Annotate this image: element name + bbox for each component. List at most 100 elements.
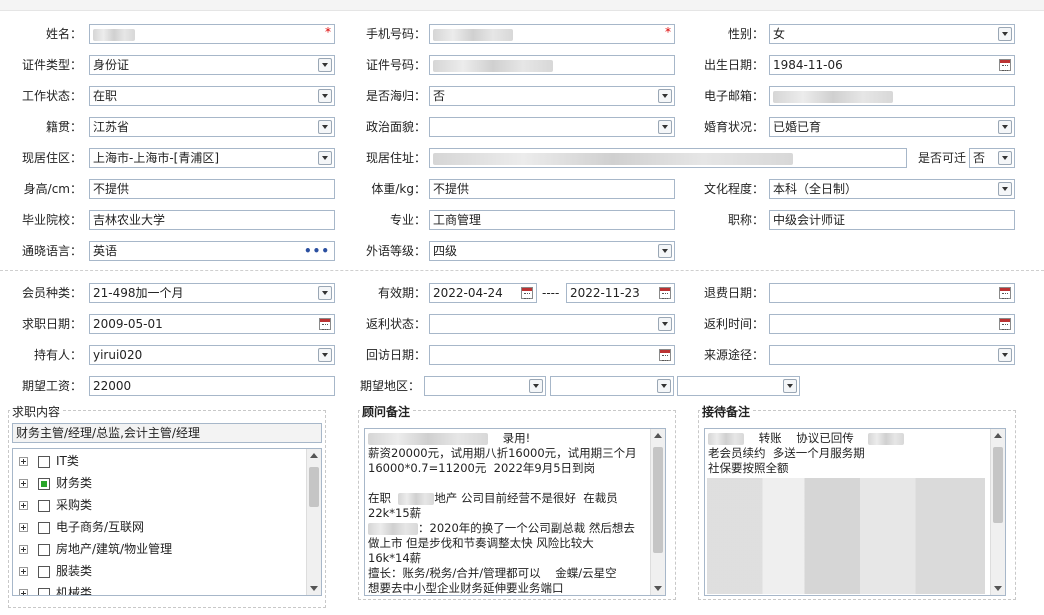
marital-select[interactable]: 已婚已育 xyxy=(769,117,1015,137)
rebate-time-input[interactable] xyxy=(769,314,1015,334)
expand-plus-icon[interactable] xyxy=(19,501,28,510)
edu-select[interactable]: 本科（全日制） xyxy=(769,179,1015,199)
chevron-down-icon[interactable] xyxy=(658,244,672,258)
scroll-thumb[interactable] xyxy=(993,447,1003,523)
idtype-select[interactable]: 身份证 xyxy=(89,55,335,75)
calendar-icon[interactable] xyxy=(521,287,533,299)
height-input[interactable]: 不提供 xyxy=(89,179,335,199)
job-category-tree[interactable]: IT类 财务类采购类电子商务/互联网 房地产/建筑/物业管理 服装类机械类 xyxy=(12,448,322,596)
work-select[interactable]: 在职 xyxy=(89,86,335,106)
tree-item[interactable]: 服装类 xyxy=(19,561,92,581)
calendar-icon[interactable] xyxy=(659,287,671,299)
tree-item[interactable]: 房地产/建筑/物业管理 xyxy=(19,539,172,559)
scroll-up-icon[interactable] xyxy=(310,453,318,458)
address-input[interactable] xyxy=(429,148,907,168)
calendar-icon[interactable] xyxy=(319,318,331,330)
chevron-down-icon[interactable] xyxy=(998,27,1012,41)
lang-input[interactable]: 英语 ••• xyxy=(89,241,335,261)
calendar-icon[interactable] xyxy=(999,287,1011,299)
scroll-up-icon[interactable] xyxy=(994,433,1002,438)
major-input[interactable]: 工商管理 xyxy=(429,210,675,230)
holder-select[interactable]: yirui020 xyxy=(89,345,335,365)
chevron-down-icon[interactable] xyxy=(529,379,543,393)
name-input[interactable]: * xyxy=(89,24,335,44)
tree-item-checkbox[interactable] xyxy=(38,477,50,490)
source-select[interactable] xyxy=(769,345,1015,365)
chevron-down-icon[interactable] xyxy=(998,120,1012,134)
calendar-icon[interactable] xyxy=(659,349,671,361)
rebate-status-select[interactable] xyxy=(429,314,675,334)
advisor-remarks-textarea[interactable]: 录用! 薪资20000元，试用期八折16000元，试用期三个月 16000*0.… xyxy=(364,428,666,596)
expand-plus-icon[interactable] xyxy=(19,457,28,466)
native-select[interactable]: 江苏省 xyxy=(89,117,335,137)
chevron-down-icon[interactable] xyxy=(998,151,1012,165)
scroll-down-icon[interactable] xyxy=(994,586,1002,591)
relocate-select[interactable]: 否 xyxy=(969,148,1015,168)
jobdate-input[interactable]: 2009-05-01 xyxy=(89,314,335,334)
tree-item-checkbox[interactable] xyxy=(38,587,50,595)
expand-plus-icon[interactable] xyxy=(19,523,28,532)
tree-item[interactable]: IT类 xyxy=(19,451,79,471)
chevron-down-icon[interactable] xyxy=(783,379,797,393)
chevron-down-icon[interactable] xyxy=(318,151,332,165)
idno-input[interactable] xyxy=(429,55,675,75)
valid-from-input[interactable]: 2022-04-24 xyxy=(429,283,537,303)
gender-select[interactable]: 女 xyxy=(769,24,1015,44)
phone-input[interactable]: * xyxy=(429,24,675,44)
member-type-select[interactable]: 21-498加一个月 xyxy=(89,283,335,303)
chevron-down-icon[interactable] xyxy=(658,317,672,331)
expand-plus-icon[interactable] xyxy=(19,545,28,554)
expand-plus-icon[interactable] xyxy=(19,479,28,488)
area-province-select[interactable] xyxy=(424,376,546,396)
more-icon[interactable]: ••• xyxy=(304,242,330,260)
refund-date-input[interactable] xyxy=(769,283,1015,303)
scroll-thumb[interactable] xyxy=(309,467,319,507)
scroll-up-icon[interactable] xyxy=(654,433,662,438)
scroll-down-icon[interactable] xyxy=(310,586,318,591)
tree-item-checkbox[interactable] xyxy=(38,499,50,512)
weight-input[interactable]: 不提供 xyxy=(429,179,675,199)
reception-scrollbar[interactable] xyxy=(990,429,1005,595)
chevron-down-icon[interactable] xyxy=(318,120,332,134)
chevron-down-icon[interactable] xyxy=(658,120,672,134)
email-input[interactable] xyxy=(769,86,1015,106)
chevron-down-icon[interactable] xyxy=(998,182,1012,196)
returnee-select[interactable]: 否 xyxy=(429,86,675,106)
school-input[interactable]: 吉林农业大学 xyxy=(89,210,335,230)
title-input[interactable]: 中级会计师证 xyxy=(769,210,1015,230)
chevron-down-icon[interactable] xyxy=(318,286,332,300)
tree-item-checkbox[interactable] xyxy=(38,521,50,534)
chevron-down-icon[interactable] xyxy=(318,348,332,362)
salary-input[interactable]: 22000 xyxy=(89,376,335,396)
calendar-icon[interactable] xyxy=(999,59,1011,71)
political-select[interactable] xyxy=(429,117,675,137)
tree-scrollbar[interactable] xyxy=(306,449,321,595)
section-divider xyxy=(0,270,1044,271)
scroll-thumb[interactable] xyxy=(653,447,663,553)
area-city-select[interactable] xyxy=(550,376,674,396)
langlevel-select[interactable]: 四级 xyxy=(429,241,675,261)
tree-item-checkbox[interactable] xyxy=(38,455,50,468)
chevron-down-icon[interactable] xyxy=(658,89,672,103)
advisor-scrollbar[interactable] xyxy=(650,429,665,595)
tree-item[interactable]: 机械类 xyxy=(19,583,92,595)
tree-item[interactable]: 财务类 xyxy=(19,473,92,493)
tree-item-checkbox[interactable] xyxy=(38,565,50,578)
tree-item[interactable]: 采购类 xyxy=(19,495,92,515)
chevron-down-icon[interactable] xyxy=(998,348,1012,362)
expand-plus-icon[interactable] xyxy=(19,567,28,576)
expand-plus-icon[interactable] xyxy=(19,589,28,595)
region-select[interactable]: 上海市-上海市-[青浦区] xyxy=(89,148,335,168)
scroll-down-icon[interactable] xyxy=(654,586,662,591)
area-district-select[interactable] xyxy=(677,376,800,396)
chevron-down-icon[interactable] xyxy=(318,58,332,72)
valid-to-input[interactable]: 2022-11-23 xyxy=(566,283,675,303)
birth-date-input[interactable]: 1984-11-06 xyxy=(769,55,1015,75)
tree-item[interactable]: 电子商务/互联网 xyxy=(19,517,144,537)
tree-item-checkbox[interactable] xyxy=(38,543,50,556)
chevron-down-icon[interactable] xyxy=(318,89,332,103)
visit-date-input[interactable] xyxy=(429,345,675,365)
chevron-down-icon[interactable] xyxy=(657,379,671,393)
tree-item-label: 采购类 xyxy=(56,498,93,512)
calendar-icon[interactable] xyxy=(999,318,1011,330)
